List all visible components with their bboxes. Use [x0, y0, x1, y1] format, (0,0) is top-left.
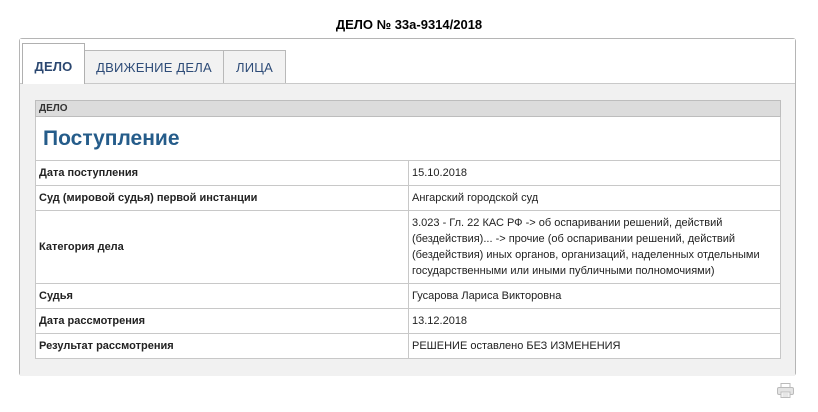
- row-label: Категория дела: [35, 210, 409, 284]
- table-header: ДЕЛО: [35, 100, 781, 117]
- row-label: Суд (мировой судья) первой инстанции: [35, 185, 409, 211]
- row-value: РЕШЕНИЕ оставлено БЕЗ ИЗМЕНЕНИЯ: [408, 333, 781, 359]
- page-title: ДЕЛО № 33а-9314/2018: [335, 17, 483, 32]
- row-value: 13.12.2018: [408, 308, 781, 334]
- tab-bar: ДЕЛО ДВИЖЕНИЕ ДЕЛА ЛИЦА: [20, 39, 795, 84]
- table-row: Дата рассмотрения 13.12.2018: [35, 308, 781, 334]
- tab-case-movement[interactable]: ДВИЖЕНИЕ ДЕЛА: [84, 50, 224, 84]
- case-table: ДЕЛО Поступление Дата поступления 15.10.…: [35, 100, 781, 359]
- tab-content: ДЕЛО Поступление Дата поступления 15.10.…: [20, 83, 795, 376]
- row-label: Судья: [35, 283, 409, 309]
- row-label: Дата поступления: [35, 160, 409, 186]
- row-value: Ангарский городской суд: [408, 185, 781, 211]
- row-value: 3.023 - Гл. 22 КАС РФ -> об оспаривании …: [408, 210, 781, 284]
- table-row: Результат рассмотрения РЕШЕНИЕ оставлено…: [35, 333, 781, 359]
- table-row: Судья Гусарова Лариса Викторовна: [35, 283, 781, 309]
- tab-case[interactable]: ДЕЛО: [22, 43, 85, 84]
- row-label: Результат рассмотрения: [35, 333, 409, 359]
- row-value: Гусарова Лариса Викторовна: [408, 283, 781, 309]
- table-header-row: ДЕЛО: [35, 100, 781, 117]
- table-row: Категория дела 3.023 - Гл. 22 КАС РФ -> …: [35, 210, 781, 284]
- row-label: Дата рассмотрения: [35, 308, 409, 334]
- printer-icon[interactable]: [777, 383, 794, 398]
- case-panel: ДЕЛО ДВИЖЕНИЕ ДЕЛА ЛИЦА ДЕЛО Поступление…: [19, 38, 796, 376]
- row-value: 15.10.2018: [408, 160, 781, 186]
- tab-persons[interactable]: ЛИЦА: [223, 50, 286, 84]
- table-row: Дата поступления 15.10.2018: [35, 160, 781, 186]
- section-title: Поступление: [35, 116, 781, 161]
- table-row: Суд (мировой судья) первой инстанции Анг…: [35, 185, 781, 211]
- section-row: Поступление: [35, 116, 781, 161]
